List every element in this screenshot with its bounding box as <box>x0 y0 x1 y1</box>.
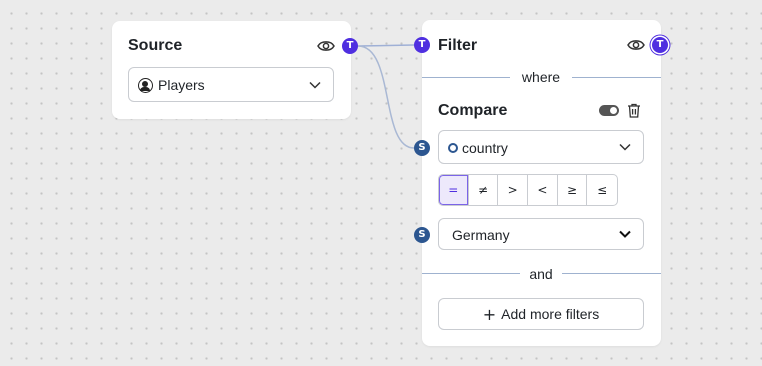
operator-group: = ≠ > < ≥ ≤ <box>438 174 618 206</box>
operator-less-equal-button[interactable]: ≤ <box>587 175 617 205</box>
source-node[interactable]: Source Players <box>112 21 351 119</box>
operator-greater-equal-button[interactable]: ≥ <box>558 175 588 205</box>
players-icon <box>138 78 153 93</box>
eye-icon[interactable] <box>627 38 645 52</box>
divider-line <box>422 77 510 78</box>
eye-icon[interactable] <box>317 39 335 53</box>
table-select-value: Players <box>158 77 205 93</box>
divider-line <box>572 77 661 78</box>
trash-icon[interactable] <box>627 103 641 118</box>
table-select[interactable]: Players <box>128 67 334 102</box>
value-select-value: Germany <box>452 227 510 243</box>
filter-output-handle[interactable]: T <box>652 37 668 53</box>
and-label: and <box>529 266 553 282</box>
operator-not-equals-button[interactable]: ≠ <box>469 175 499 205</box>
chevron-down-icon <box>619 143 631 151</box>
divider-line <box>562 273 661 274</box>
plus-icon: + <box>482 304 497 324</box>
filter-node-title: Filter <box>438 37 478 54</box>
compare-title: Compare <box>438 102 508 119</box>
operator-greater-button[interactable]: > <box>498 175 529 205</box>
source-node-title: Source <box>128 37 183 54</box>
wire-source-to-filter <box>357 44 415 47</box>
source-output-handle[interactable]: T <box>342 38 358 54</box>
add-more-filters-label: Add more filters <box>501 306 600 322</box>
column-circle-icon <box>448 143 458 153</box>
chevron-down-icon <box>309 81 321 89</box>
where-label: where <box>521 69 561 85</box>
wire-source-to-column <box>357 45 415 149</box>
column-select-value: country <box>462 140 508 156</box>
operator-equals-button[interactable]: = <box>439 175 469 205</box>
filter-node[interactable]: Filter where Compare country = ≠ > < ≥ ≤… <box>422 20 661 346</box>
filter-input-handle[interactable]: T <box>414 37 430 53</box>
operator-less-button[interactable]: < <box>528 175 558 205</box>
toggle-switch[interactable] <box>599 105 619 116</box>
divider-line <box>422 273 520 274</box>
chevron-down-icon <box>619 230 631 238</box>
value-input-handle[interactable]: S <box>414 227 430 243</box>
add-more-filters-button[interactable]: + Add more filters <box>438 298 644 330</box>
value-select[interactable]: Germany <box>438 218 644 250</box>
column-select[interactable]: country <box>438 130 644 164</box>
column-input-handle[interactable]: S <box>414 140 430 156</box>
